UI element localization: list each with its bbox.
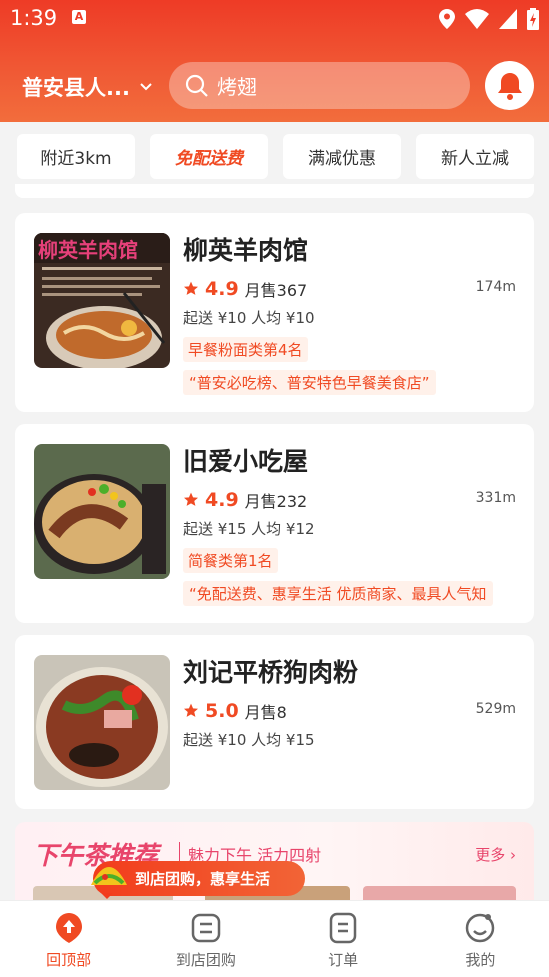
rating-value: 4.9 [205,278,239,300]
filter-new-user[interactable]: 新人立减 [416,134,534,179]
notification-button[interactable] [485,61,534,110]
rank-tag: 简餐类第1名 [183,548,278,573]
location-label: 普安县人... [22,76,130,100]
store-rating: 4.9 月售367 [183,277,307,301]
store-distance: 174m [475,279,516,295]
rating-value: 4.9 [205,489,239,511]
nav-group-buy[interactable]: 到店团购 [137,901,274,977]
monthly-sales: 月售232 [244,492,308,511]
star-icon [184,703,198,717]
description-tag: “免配送费、惠享生活 优质商家、最具人气知 [183,581,493,606]
status-icons [439,8,539,30]
search-icon [185,74,208,97]
profile-icon [466,913,495,943]
nav-label: 到店团购 [175,951,236,969]
taco-icon [91,867,127,885]
nav-label: 我的 [465,951,496,969]
svg-text:柳英羊肉馆: 柳英羊肉馆 [38,238,138,262]
header: 1:39 A 普安县人... 烤翅 [0,0,549,122]
store-name: 旧爱小吃屋 [183,447,309,476]
nav-label: 订单 [328,951,359,969]
tea-more-link[interactable]: 更多 › [475,844,516,865]
back-to-top-icon [55,913,82,943]
store-distance: 331m [475,490,516,506]
chevron-down-icon [140,83,152,91]
description-tag: “普安必吃榜、普安特色早餐美食店” [183,370,436,395]
orders-icon [329,912,357,944]
search-bar[interactable]: 烤翅 [169,62,470,109]
rank-tag: 早餐粉面类第4名 [183,337,308,362]
store-fees: 起送 ¥15 人均 ¥12 [183,520,315,538]
location-selector[interactable]: 普安县人... [22,72,152,102]
nav-orders[interactable]: 订单 [275,901,412,977]
store-card[interactable]: 刘记平桥狗肉粉 5.0 月售8 529m 起送 ¥10 人均 ¥15 [15,635,534,809]
signal-icon [499,9,517,29]
star-icon [184,492,198,506]
monthly-sales: 月售367 [244,281,308,300]
monthly-sales: 月售8 [244,703,287,722]
promo-bubble[interactable]: 到店团购，惠享生活 [91,861,305,896]
previous-card-edge [15,184,534,198]
store-thumbnail: 柳英羊肉馆 [34,233,170,368]
promo-text: 到店团购，惠享生活 [135,870,271,888]
filter-free-delivery[interactable]: 免配送费 [150,134,268,179]
bell-icon [497,72,522,100]
filter-chips: 附近3km 免配送费 满减优惠 新人立减 [17,134,534,179]
promo-pointer [101,893,113,899]
group-buy-icon [191,913,221,943]
store-rating: 5.0 月售8 [183,699,287,723]
store-card[interactable]: 柳英羊肉馆 柳英羊肉馆 4.9 月售367 174m 起送 ¥10 人均 ¥10… [15,213,534,412]
location-status-icon [439,9,455,29]
filter-nearby[interactable]: 附近3km [17,134,135,179]
nav-label: 回顶部 [46,951,92,969]
nav-profile[interactable]: 我的 [412,901,549,977]
store-rating: 4.9 月售232 [183,488,307,512]
store-fees: 起送 ¥10 人均 ¥10 [183,309,315,327]
status-time: 1:39 [10,6,58,30]
store-distance: 529m [475,701,516,717]
rating-value: 5.0 [205,700,239,722]
status-a-icon: A [72,10,86,24]
battery-icon [527,8,539,30]
search-placeholder: 烤翅 [217,75,257,99]
store-thumbnail [34,444,170,579]
bottom-nav: 回顶部 到店团购 订单 我的 [0,900,549,977]
wifi-icon [465,9,489,29]
store-name: 刘记平桥狗肉粉 [183,658,359,687]
filter-discount[interactable]: 满减优惠 [283,134,401,179]
store-card[interactable]: 旧爱小吃屋 4.9 月售232 331m 起送 ¥15 人均 ¥12 简餐类第1… [15,424,534,623]
star-icon [184,281,198,295]
store-fees: 起送 ¥10 人均 ¥15 [183,731,315,749]
nav-back-to-top[interactable]: 回顶部 [0,901,137,977]
status-bar: 1:39 A [0,0,549,38]
store-thumbnail [34,655,170,790]
store-name: 柳英羊肉馆 [183,236,309,265]
